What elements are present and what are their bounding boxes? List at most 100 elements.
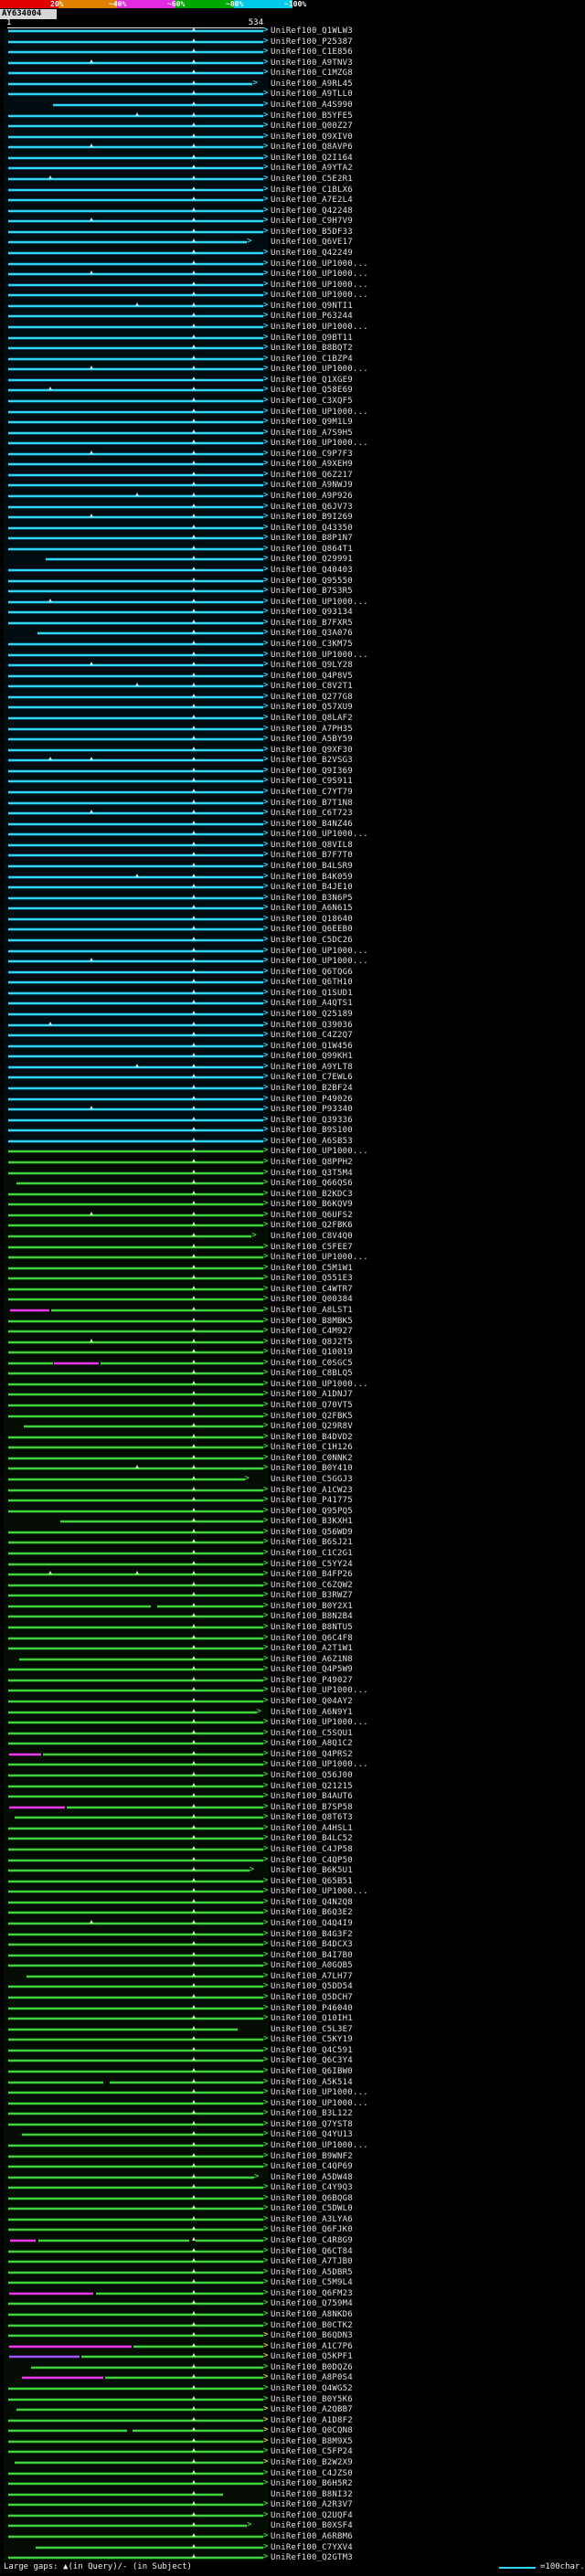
alignment-rows: > UniRef100_Q1WLW3 > UniRef100_P25387 > UniRe… [0, 0, 585, 2576]
hit-label: UniRef100_A0GQB5 [271, 1961, 353, 1971]
alignment-segment [7, 1161, 263, 1163]
query-gap-triangle-icon [192, 1402, 197, 1406]
query-gap-triangle-icon [192, 90, 197, 95]
query-gap-triangle-icon [192, 1074, 197, 1078]
direction-arrow-icon: > [263, 1632, 269, 1642]
query-gap-triangle-icon [192, 1084, 197, 1088]
hit-label: UniRef100_Q3T5M4 [271, 1168, 353, 1178]
direction-arrow-icon: > [263, 2552, 269, 2562]
direction-arrow-icon: > [263, 2044, 269, 2054]
hit-label: UniRef100_C4JZS0 [271, 2468, 353, 2478]
hit-label: UniRef100_A8NKD6 [271, 2310, 353, 2320]
query-gap-triangle-icon [192, 905, 197, 909]
direction-arrow-icon: > [263, 1928, 269, 1938]
alignment-segment [7, 801, 263, 804]
hit-label: UniRef100_B2VSG3 [271, 756, 353, 766]
hit-label: UniRef100_Q6C4F8 [271, 1633, 353, 1643]
query-gap-triangle-icon [192, 186, 197, 190]
query-gap-triangle-icon [192, 1042, 197, 1046]
query-gap-triangle-icon [192, 1803, 197, 1807]
alignment-segment [54, 1362, 99, 1364]
direction-arrow-icon: > [263, 2541, 269, 2551]
query-gap-triangle-icon [192, 1063, 197, 1067]
hit-label: UniRef100_P25387 [271, 37, 353, 47]
direction-arrow-icon: > [263, 1368, 269, 1378]
query-gap-triangle-icon [192, 2289, 197, 2294]
query-gap-triangle-icon [192, 1137, 197, 1141]
alignment-segment [7, 1055, 263, 1058]
alignment-segment [24, 1426, 263, 1428]
alignment-segment [7, 706, 263, 709]
query-gap-triangle-icon [192, 1824, 197, 1829]
hit-label: UniRef100_P49027 [271, 1675, 353, 1685]
direction-arrow-icon: > [263, 1548, 269, 1558]
alignment-segment [7, 262, 263, 265]
direction-arrow-icon: > [263, 163, 269, 173]
alignment-segment [7, 1002, 263, 1005]
direction-arrow-icon: > [263, 2182, 269, 2192]
query-gap-triangle-icon [192, 313, 197, 317]
alignment-segment [7, 2303, 263, 2306]
direction-arrow-icon: > [263, 36, 269, 46]
hit-label: UniRef100_A9NWJ9 [271, 481, 353, 491]
query-gap-triangle-icon [135, 873, 140, 877]
query-gap-triangle-icon [192, 683, 197, 687]
alignment-segment [7, 1510, 263, 1512]
query-gap-triangle-icon [192, 1772, 197, 1776]
hit-label: UniRef100_C4M927 [271, 1327, 353, 1337]
direction-arrow-icon: > [263, 47, 269, 57]
query-gap-triangle-icon [192, 567, 197, 571]
direction-arrow-icon: > [263, 966, 269, 976]
alignment-segment [7, 135, 263, 138]
alignment-segment [7, 82, 253, 85]
alignment-segment [7, 1648, 263, 1650]
alignment-segment [7, 40, 263, 43]
hit-label: UniRef100_B6Q3E2 [271, 1908, 353, 1918]
query-gap-triangle-icon [48, 757, 53, 761]
hit-label: UniRef100_A3LYA6 [271, 2214, 353, 2224]
query-gap-triangle-icon [192, 831, 197, 835]
direction-arrow-icon: > [263, 1421, 269, 1431]
hit-label: UniRef100_B4JE10 [271, 883, 353, 893]
alignment-segment [21, 2134, 263, 2136]
key-label: ~100% [284, 0, 307, 8]
query-gap-triangle-icon [192, 514, 197, 518]
query-gap-triangle-icon [192, 249, 197, 253]
query-gap-triangle-icon [192, 2448, 197, 2453]
hit-label: UniRef100_Q6JV73 [271, 502, 353, 512]
alignment-segment [7, 621, 263, 624]
alignment-segment [7, 1129, 263, 1132]
direction-arrow-icon: > [263, 1220, 269, 1230]
direction-arrow-icon: > [244, 1474, 250, 1484]
query-gap-triangle-icon [192, 1497, 197, 1501]
hit-label: UniRef100_Q1WLW3 [271, 27, 353, 36]
direction-arrow-icon: > [263, 903, 269, 913]
hit-label: UniRef100_A6SB53 [271, 1136, 353, 1146]
alignment-segment [7, 1150, 263, 1153]
hit-label: UniRef100_C9S911 [271, 777, 353, 787]
hit-label: UniRef100_C0NNK2 [271, 1453, 353, 1463]
alignment-segment [7, 347, 263, 350]
query-gap-triangle-icon [192, 1412, 197, 1416]
direction-arrow-icon: > [263, 839, 269, 849]
alignment-segment [7, 717, 263, 720]
query-gap-triangle-icon [192, 1539, 197, 1543]
hit-label: UniRef100_C5FP24 [271, 2447, 353, 2457]
direction-arrow-icon: > [263, 2340, 269, 2350]
alignment-segment [7, 2007, 263, 2009]
alignment-segment [42, 1753, 263, 1755]
hit-label: UniRef100_B6H5R2 [271, 2479, 353, 2489]
direction-arrow-icon: > [263, 765, 269, 775]
alignment-segment [7, 1246, 263, 1248]
alignment-segment [7, 2282, 263, 2284]
direction-arrow-icon: > [263, 1875, 269, 1885]
alignment-segment [7, 399, 263, 402]
hit-label: UniRef100_Q99KH1 [271, 1052, 353, 1062]
alignment-segment [7, 2472, 263, 2475]
direction-arrow-icon: > [263, 2446, 269, 2456]
alignment-segment [7, 896, 263, 899]
direction-arrow-icon: > [263, 892, 269, 902]
query-gap-triangle-icon [192, 1190, 197, 1194]
direction-arrow-icon: > [263, 216, 269, 226]
direction-arrow-icon: > [263, 1167, 269, 1177]
